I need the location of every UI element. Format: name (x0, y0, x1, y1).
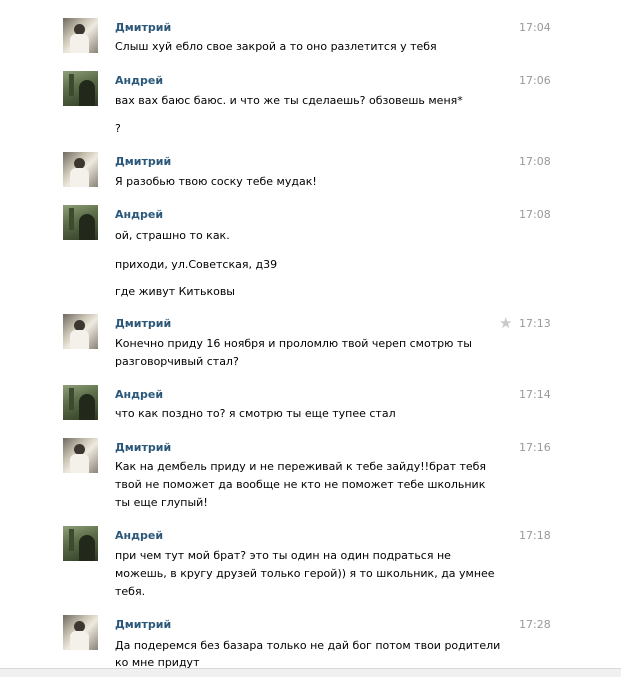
message-text: ой, страшно то как. (115, 229, 230, 242)
avatar[interactable] (63, 18, 98, 53)
message-text: ? (115, 122, 121, 135)
message-text: Конечно приду 16 ноября и проломлю твой … (115, 337, 472, 350)
message-time[interactable]: 17:16 (519, 441, 553, 454)
author-name[interactable]: Дмитрий (115, 317, 171, 330)
message-time[interactable]: 17:28 (519, 618, 553, 631)
author-name[interactable]: Андрей (115, 388, 163, 401)
message-text: вах вах баюс баюс. и что же ты сделаешь?… (115, 94, 463, 107)
message-text: при чем тут мой брат? это ты один на оди… (115, 549, 451, 562)
message-time[interactable]: 17:18 (519, 529, 553, 542)
author-name[interactable]: Андрей (115, 208, 163, 221)
avatar[interactable] (63, 526, 98, 561)
message-text: Я разобью твою соску тебе мудак! (115, 175, 317, 188)
message-time[interactable]: 17:08 (519, 208, 553, 221)
message-text: Да подеремся без базара только не дай бо… (115, 639, 501, 652)
avatar[interactable] (63, 314, 98, 349)
message-time[interactable]: 17:04 (519, 21, 553, 34)
message-time[interactable]: 17:08 (519, 155, 553, 168)
author-name[interactable]: Андрей (115, 74, 163, 87)
author-name[interactable]: Дмитрий (115, 21, 171, 34)
author-name[interactable]: Дмитрий (115, 618, 171, 631)
message-text: разговорчивый стал? (115, 355, 239, 368)
message-text: ты еще глупый! (115, 496, 208, 509)
author-name[interactable]: Дмитрий (115, 155, 171, 168)
star-icon[interactable]: ★ (499, 316, 512, 331)
avatar[interactable] (63, 438, 98, 473)
avatar[interactable] (63, 71, 98, 106)
message-time[interactable]: 17:06 (519, 74, 553, 87)
message-text: можешь, в кругу друзей только герой)) я … (115, 567, 495, 580)
message-text: что как поздно то? я смотрю ты еще тупее… (115, 407, 396, 420)
avatar[interactable] (63, 615, 98, 650)
avatar[interactable] (63, 385, 98, 420)
author-name[interactable]: Андрей (115, 529, 163, 542)
message-text: где живут Китьковы (115, 285, 235, 298)
avatar[interactable] (63, 152, 98, 187)
avatar[interactable] (63, 205, 98, 240)
message-time[interactable]: 17:14 (519, 388, 553, 401)
author-name[interactable]: Дмитрий (115, 441, 171, 454)
horizontal-scrollbar[interactable] (0, 669, 621, 677)
message-time[interactable]: 17:13 (519, 317, 553, 330)
message-text: приходи, ул.Советская, д39 (115, 258, 278, 271)
message-text: тебя. (115, 585, 146, 598)
message-text: твой не поможет да вообще не кто не помо… (115, 478, 486, 491)
message-text: Слыш хуй ебло свое закрой а то оно разле… (115, 40, 437, 53)
message-text: Как на дембель приду и не переживай к те… (115, 460, 487, 473)
